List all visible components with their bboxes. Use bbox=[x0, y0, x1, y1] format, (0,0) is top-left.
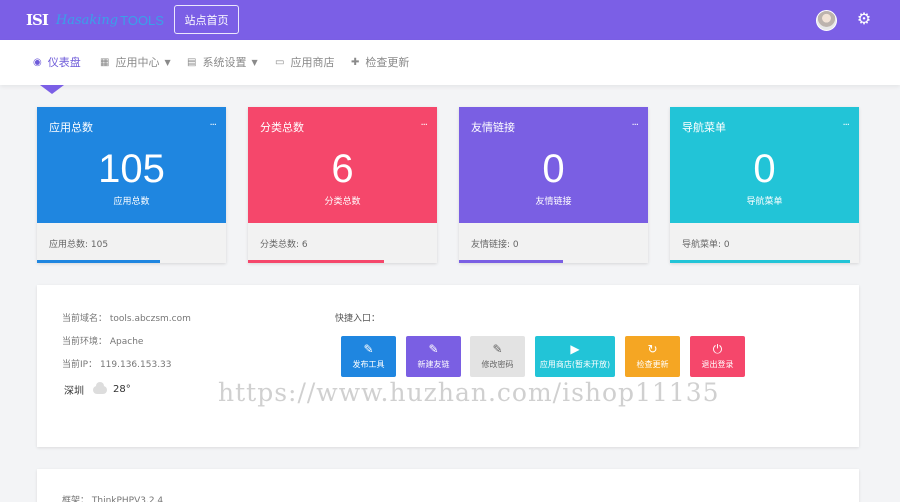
more-icon[interactable]: ... bbox=[209, 117, 216, 128]
nav-label: 系统设置 bbox=[202, 56, 247, 69]
stat-progress-bar bbox=[248, 260, 385, 263]
stat-title: 分类总数 bbox=[260, 121, 304, 134]
framework-label: 框架： ThinkPHPV3.2.4 bbox=[62, 496, 164, 502]
chevron-down-icon: ▼ bbox=[251, 57, 258, 67]
more-icon[interactable]: ... bbox=[842, 117, 849, 128]
edit-icon: ✎ bbox=[428, 342, 439, 356]
button-label: 修改密码 bbox=[481, 360, 514, 369]
stat-title: 应用总数 bbox=[49, 121, 93, 134]
stat-footer: 分类总数: 6 bbox=[260, 240, 308, 250]
monitor-icon: ▭ bbox=[275, 56, 285, 68]
stat-footer: 导航菜单: 0 bbox=[682, 240, 730, 250]
nav-item-settings[interactable]: ▤ 系统设置 ▼ bbox=[187, 54, 258, 70]
nav-label: 应用商店 bbox=[290, 56, 335, 69]
stat-card-header: 分类总数 ... 6 分类总数 bbox=[248, 107, 437, 223]
publish-tool-button[interactable]: ✎ 发布工具 bbox=[341, 336, 396, 377]
avatar-icon[interactable] bbox=[816, 10, 837, 31]
current-ip: 当前IP： 119.136.153.33 bbox=[62, 360, 172, 370]
nav-item-dashboard[interactable]: ◉ 仪表盘 bbox=[33, 54, 81, 70]
nav-item-check-update[interactable]: ✚ 检查更新 bbox=[351, 54, 409, 70]
stat-title: 友情链接 bbox=[471, 121, 515, 134]
stat-progress-bar bbox=[37, 260, 160, 263]
stat-subtitle: 分类总数 bbox=[324, 197, 361, 207]
chevron-down-icon: ▼ bbox=[164, 57, 171, 67]
stat-value: 0 bbox=[542, 147, 565, 191]
quick-entry-label: 快捷入口： bbox=[335, 314, 381, 324]
current-domain: 当前域名： tools.abczsm.com bbox=[62, 314, 191, 324]
stat-card-header: 应用总数 ... 105 应用总数 bbox=[37, 107, 226, 223]
stat-value: 6 bbox=[331, 147, 354, 191]
logo-script: Hasaking bbox=[55, 12, 119, 28]
stat-card-links: 友情链接 ... 0 友情链接 友情链接: 0 bbox=[459, 107, 648, 263]
stat-card-categories: 分类总数 ... 6 分类总数 分类总数: 6 bbox=[248, 107, 437, 263]
current-environment: 当前环境： Apache bbox=[62, 337, 144, 347]
edit-icon: ✎ bbox=[363, 342, 374, 356]
weather-temp: 28° bbox=[113, 384, 131, 395]
stat-value: 105 bbox=[98, 147, 165, 191]
logo-tools: TOOLS bbox=[120, 12, 164, 28]
main-nav: ◉ 仪表盘 ▦ 应用中心 ▼ ▤ 系统设置 ▼ ▭ 应用商店 ✚ 检查更新 bbox=[0, 40, 900, 85]
stat-progress-bar bbox=[459, 260, 563, 263]
stat-value: 0 bbox=[753, 147, 776, 191]
stat-footer: 友情链接: 0 bbox=[471, 240, 519, 250]
button-label: 检查更新 bbox=[636, 360, 669, 369]
top-bar: ISI Hasaking TOOLS 站点首页 ⚙ bbox=[0, 0, 900, 40]
puzzle-icon: ✚ bbox=[351, 56, 360, 68]
button-label: 发布工具 bbox=[352, 360, 385, 369]
stat-footer: 应用总数: 105 bbox=[49, 240, 109, 250]
system-info-panel: 当前域名： tools.abczsm.com 当前环境： Apache 当前IP… bbox=[37, 285, 859, 447]
stat-card-apps: 应用总数 ... 105 应用总数 应用总数: 105 bbox=[37, 107, 226, 263]
watermark-text: https://www.huzhan.com/ishop11135 bbox=[218, 378, 720, 407]
nav-item-app-center[interactable]: ▦ 应用中心 ▼ bbox=[100, 54, 171, 70]
check-update-button[interactable]: ↻ 检查更新 bbox=[625, 336, 680, 377]
weather-widget: 深圳 28° bbox=[64, 381, 131, 397]
change-password-button[interactable]: ✎ 修改密码 bbox=[470, 336, 525, 377]
button-label: 应用商店(暂未开放) bbox=[539, 360, 611, 369]
site-logo[interactable]: ISI Hasaking TOOLS bbox=[26, 10, 164, 30]
stat-card-header: 导航菜单 ... 0 导航菜单 bbox=[670, 107, 859, 223]
stat-progress-bar bbox=[670, 260, 850, 263]
settings-table-icon: ▤ bbox=[187, 56, 197, 68]
more-icon[interactable]: ... bbox=[420, 117, 427, 128]
nav-active-pointer bbox=[40, 85, 64, 94]
nav-label: 检查更新 bbox=[365, 56, 410, 69]
logout-button[interactable]: ⏻ 退出登录 bbox=[690, 336, 745, 377]
play-icon: ▶ bbox=[570, 342, 580, 356]
site-home-button[interactable]: 站点首页 bbox=[174, 5, 239, 34]
nav-item-app-store[interactable]: ▭ 应用商店 bbox=[275, 54, 334, 70]
button-label: 新建友链 bbox=[417, 360, 450, 369]
edit-icon: ✎ bbox=[492, 342, 503, 356]
weather-city: 深圳 bbox=[64, 386, 84, 397]
stat-subtitle: 友情链接 bbox=[535, 197, 572, 207]
new-link-button[interactable]: ✎ 新建友链 bbox=[406, 336, 461, 377]
logo-mark: ISI bbox=[26, 11, 49, 29]
stat-subtitle: 应用总数 bbox=[113, 197, 150, 207]
more-icon[interactable]: ... bbox=[631, 117, 638, 128]
nav-label: 应用中心 bbox=[115, 56, 160, 69]
grid-icon: ▦ bbox=[100, 56, 110, 68]
button-label: 退出登录 bbox=[701, 360, 734, 369]
stat-card-nav-menu: 导航菜单 ... 0 导航菜单 导航菜单: 0 bbox=[670, 107, 859, 263]
nav-label: 仪表盘 bbox=[47, 56, 81, 69]
stat-title: 导航菜单 bbox=[682, 121, 726, 134]
dashboard-icon: ◉ bbox=[33, 56, 42, 68]
stat-subtitle: 导航菜单 bbox=[746, 197, 783, 207]
refresh-icon: ↻ bbox=[647, 342, 658, 356]
cloud-icon bbox=[93, 381, 107, 394]
stat-card-header: 友情链接 ... 0 友情链接 bbox=[459, 107, 648, 223]
framework-info-panel: 框架： ThinkPHPV3.2.4 bbox=[37, 469, 859, 502]
power-icon: ⏻ bbox=[712, 342, 723, 356]
app-store-button[interactable]: ▶ 应用商店(暂未开放) bbox=[535, 336, 615, 377]
gear-icon[interactable]: ⚙ bbox=[856, 10, 872, 28]
